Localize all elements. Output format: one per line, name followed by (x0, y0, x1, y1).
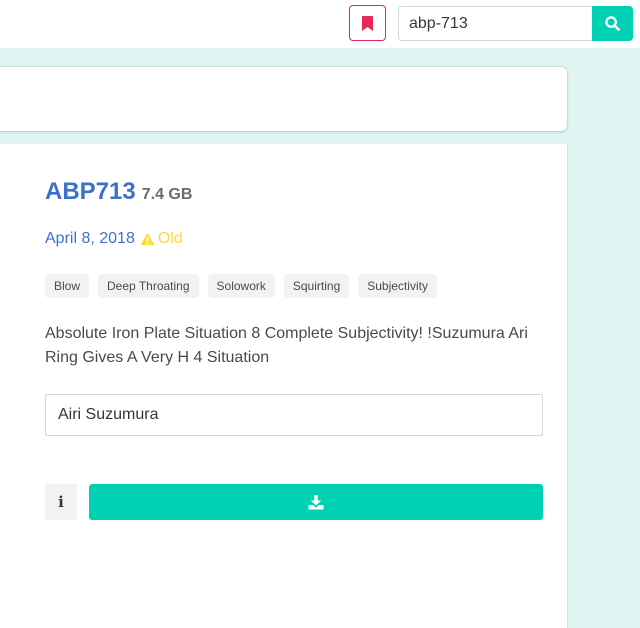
movie-card (0, 143, 568, 628)
tag[interactable]: Squirting (283, 274, 350, 298)
search-button[interactable] (592, 6, 633, 41)
info-button[interactable]: i (45, 484, 77, 520)
file-size: 7.4 GB (141, 186, 193, 203)
tag[interactable]: Solowork (207, 274, 275, 298)
bookmark-button[interactable] (349, 5, 386, 41)
info-icon: i (58, 493, 64, 511)
search-input[interactable] (398, 6, 594, 41)
movie-title-row: ABP713 7.4 GB (45, 178, 192, 206)
actress-box: Airi Suzumura (45, 394, 543, 436)
release-info: April 8, 2018 Old (45, 230, 183, 248)
search-icon (605, 16, 620, 31)
download-button[interactable] (89, 484, 543, 520)
bookmark-icon (362, 15, 373, 31)
top-panel (0, 67, 567, 131)
tag-list: Blow Deep Throating Solowork Squirting S… (45, 274, 437, 298)
tag[interactable]: Blow (45, 274, 90, 298)
download-icon (308, 494, 324, 509)
top-bar (0, 0, 640, 48)
actress-name[interactable]: Airi Suzumura (58, 406, 158, 423)
status-label: Old (157, 230, 183, 247)
movie-description: Absolute Iron Plate Situation 8 Complete… (45, 325, 528, 366)
tag[interactable]: Subjectivity (358, 274, 437, 298)
release-date: April 8, 2018 (45, 230, 135, 247)
warning-icon (140, 232, 155, 246)
movie-code[interactable]: ABP713 (45, 178, 136, 206)
tag[interactable]: Deep Throating (98, 274, 199, 298)
